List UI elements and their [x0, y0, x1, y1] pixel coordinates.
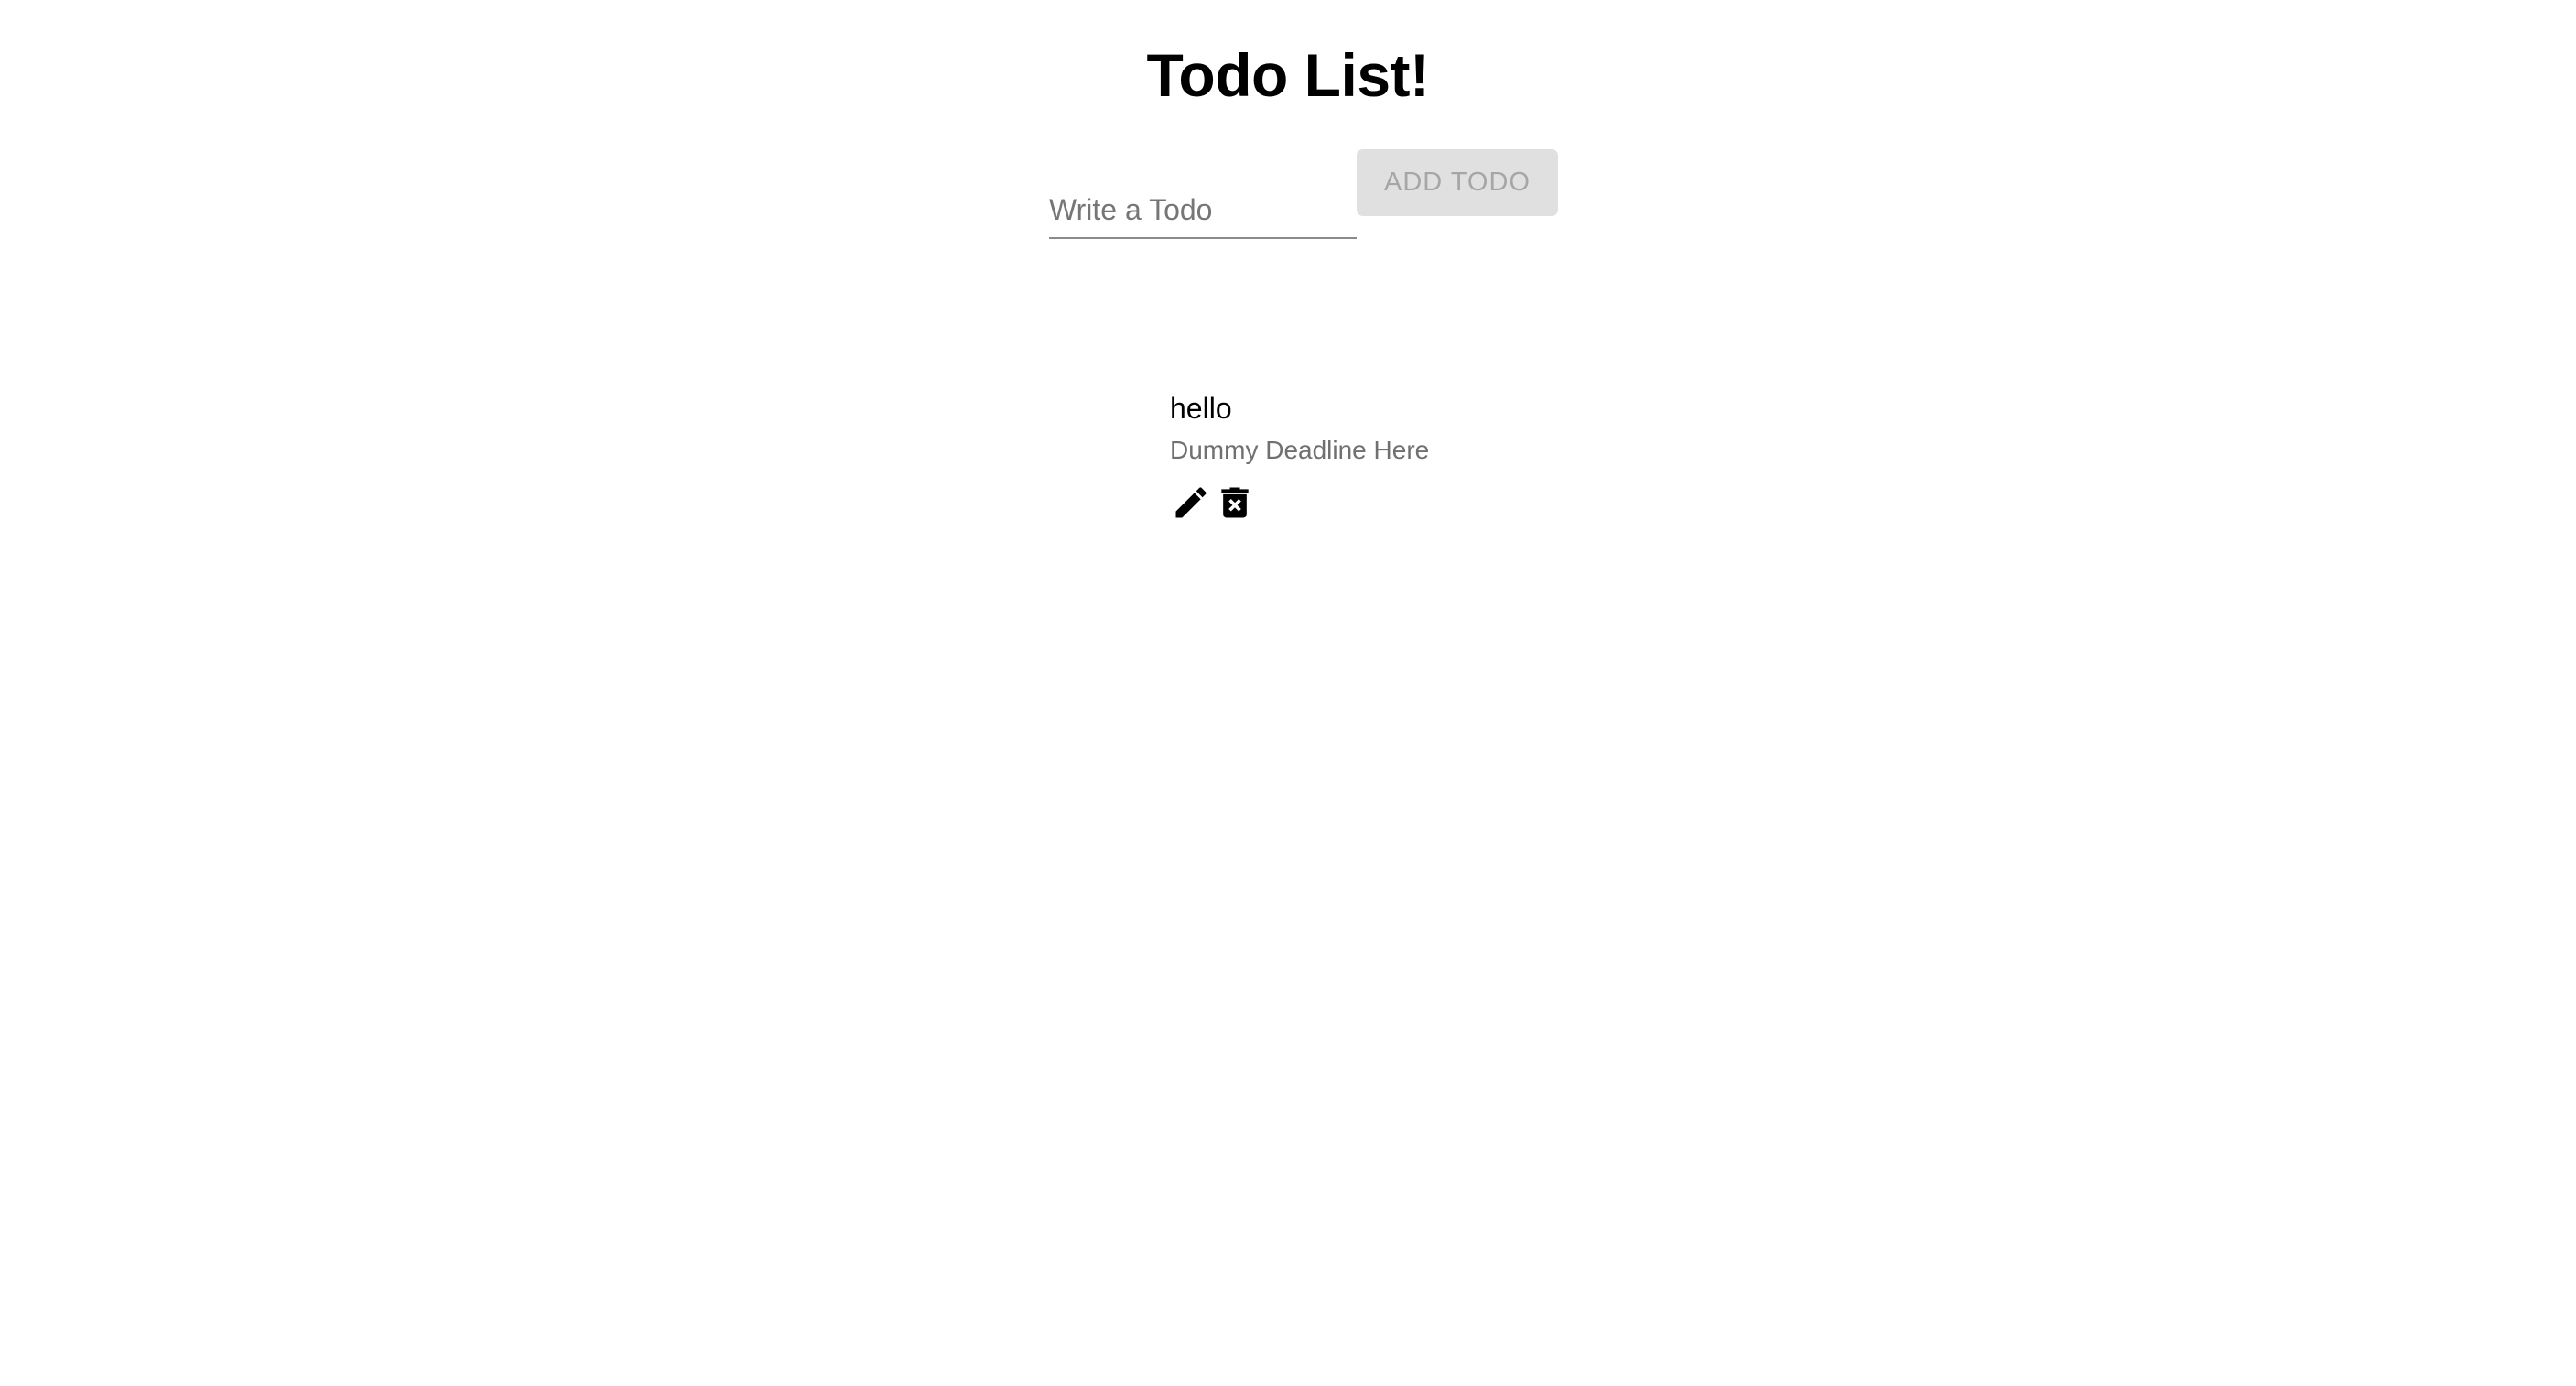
todo-input[interactable] — [1049, 182, 1357, 239]
page-title: Todo List! — [1146, 41, 1430, 109]
todo-app-page: Todo List! ADD TODO hello Dummy Deadline… — [0, 0, 2576, 1386]
trash-icon — [1221, 487, 1249, 518]
pencil-icon — [1175, 487, 1207, 518]
todo-item: hello Dummy Deadline Here — [1170, 388, 1719, 535]
todo-actions — [1170, 480, 1258, 525]
todo-deadline: Dummy Deadline Here — [1170, 436, 1430, 464]
add-todo-button[interactable]: ADD TODO — [1357, 149, 1558, 216]
delete-todo-button[interactable] — [1214, 482, 1256, 524]
add-todo-form: ADD TODO — [1049, 149, 1562, 241]
todo-text: hello — [1170, 392, 1232, 425]
todo-list: hello Dummy Deadline Here — [1170, 388, 1719, 535]
edit-todo-button[interactable] — [1170, 482, 1212, 524]
